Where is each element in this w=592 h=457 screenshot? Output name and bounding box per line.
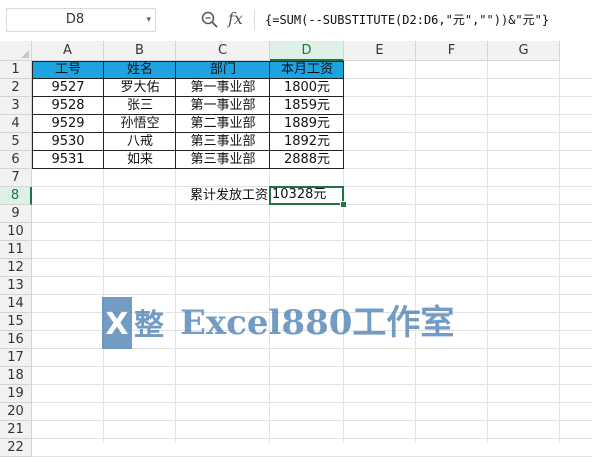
row-header-20[interactable]: 20 <box>0 403 32 421</box>
excel880-logo-icon: X 整 <box>102 297 164 349</box>
gridline <box>32 384 592 385</box>
gridline <box>32 366 592 367</box>
row-header-12[interactable]: 12 <box>0 259 32 277</box>
table-cell[interactable]: 罗大佑 <box>104 79 176 97</box>
row-header-21[interactable]: 21 <box>0 421 32 439</box>
table-cell[interactable]: 9528 <box>32 97 104 115</box>
row-header-16[interactable]: 16 <box>0 331 32 349</box>
watermark-text: Excel880工作室 <box>180 303 455 343</box>
row-header-3[interactable]: 3 <box>0 97 32 115</box>
row-header-8[interactable]: 8 <box>0 187 32 205</box>
gridline <box>32 258 592 259</box>
row-header-11[interactable]: 11 <box>0 241 32 259</box>
row-header-15[interactable]: 15 <box>0 313 32 331</box>
table-border <box>32 132 344 133</box>
row-header-6[interactable]: 6 <box>0 151 32 169</box>
table-cell[interactable]: 9530 <box>32 133 104 151</box>
table-cell[interactable]: 第三事业部 <box>176 151 270 169</box>
table-cell[interactable]: 9531 <box>32 151 104 169</box>
table-header-cell[interactable]: 部门 <box>176 61 270 79</box>
table-cell[interactable]: 第一事业部 <box>176 79 270 97</box>
divider <box>254 10 255 30</box>
table-header-cell[interactable]: 姓名 <box>104 61 176 79</box>
row-header-7[interactable]: 7 <box>0 169 32 187</box>
table-cell[interactable]: 第一事业部 <box>176 97 270 115</box>
table-cell[interactable]: 9527 <box>32 79 104 97</box>
spreadsheet-grid[interactable]: ABCDEFG 1 2 3 4 5 6 7 8 9 10 11 12 13 14 15 16 17 18 19 20 2… <box>0 41 592 457</box>
row-header-5[interactable]: 5 <box>0 133 32 151</box>
select-all-corner[interactable] <box>0 41 32 61</box>
table-cell[interactable]: 1859元 <box>270 97 344 115</box>
table-cell[interactable]: 1892元 <box>270 133 344 151</box>
column-header-g[interactable]: G <box>488 41 560 61</box>
table-header-cell[interactable]: 本月工资 <box>270 61 344 79</box>
column-header-a[interactable]: A <box>32 41 104 61</box>
row-header-1[interactable]: 1 <box>0 61 32 79</box>
formula-input[interactable]: {=SUM(--SUBSTITUTE(D2:D6,"元",""))&"元"} <box>265 8 549 32</box>
gridline <box>415 61 416 443</box>
column-header-e[interactable]: E <box>344 41 416 61</box>
table-border <box>32 78 344 79</box>
fill-handle[interactable] <box>340 201 347 208</box>
svg-text:整: 整 <box>134 308 164 343</box>
row-header-14[interactable]: 14 <box>0 295 32 313</box>
fx-icon[interactable]: fx <box>228 7 243 31</box>
gridline <box>32 222 592 223</box>
table-cell[interactable]: 孙悟空 <box>104 115 176 133</box>
total-label[interactable]: 累计发放工资 <box>104 187 270 205</box>
svg-text:X: X <box>105 307 128 342</box>
gridline <box>32 276 592 277</box>
table-cell[interactable]: 如来 <box>104 151 176 169</box>
row-header-18[interactable]: 18 <box>0 367 32 385</box>
gridline <box>487 61 488 443</box>
table-border <box>32 114 344 115</box>
column-header-b[interactable]: B <box>104 41 176 61</box>
table-border <box>32 150 344 151</box>
table-cell[interactable]: 张三 <box>104 97 176 115</box>
column-header-d[interactable]: D <box>270 41 344 61</box>
table-header-cell[interactable]: 工号 <box>32 61 104 79</box>
active-cell-d8[interactable]: 10328元 <box>269 186 344 205</box>
zoom-icon[interactable] <box>200 10 220 30</box>
row-header-9[interactable]: 9 <box>0 205 32 223</box>
name-box[interactable]: D8 ▾ <box>6 8 156 32</box>
row-header-19[interactable]: 19 <box>0 385 32 403</box>
row-header-2[interactable]: 2 <box>0 79 32 97</box>
column-header-f[interactable]: F <box>416 41 488 61</box>
table-cell[interactable]: 9529 <box>32 115 104 133</box>
row-header-22[interactable]: 22 <box>0 439 32 457</box>
table-cell[interactable]: 1800元 <box>270 79 344 97</box>
gridline <box>32 420 592 421</box>
name-box-value: D8 <box>65 12 85 27</box>
table-cell[interactable]: 八戒 <box>104 133 176 151</box>
watermark: X 整 Excel880工作室 <box>102 295 482 351</box>
row-header-4[interactable]: 4 <box>0 115 32 133</box>
gridline <box>32 438 592 439</box>
row-header-17[interactable]: 17 <box>0 349 32 367</box>
table-cell[interactable]: 1889元 <box>270 115 344 133</box>
table-cell[interactable]: 第二事业部 <box>176 115 270 133</box>
column-header-c[interactable]: C <box>176 41 270 61</box>
gridline <box>32 402 592 403</box>
table-cell[interactable]: 第三事业部 <box>176 133 270 151</box>
table-border <box>32 96 344 97</box>
gridline <box>559 61 560 443</box>
gridline <box>32 240 592 241</box>
table-cell[interactable]: 2888元 <box>270 151 344 169</box>
formula-bar: D8 ▾ fx {=SUM(--SUBSTITUTE(D2:D6,"元","")… <box>0 0 592 41</box>
row-header-13[interactable]: 13 <box>0 277 32 295</box>
chevron-down-icon[interactable]: ▾ <box>146 9 151 31</box>
row-header-10[interactable]: 10 <box>0 223 32 241</box>
